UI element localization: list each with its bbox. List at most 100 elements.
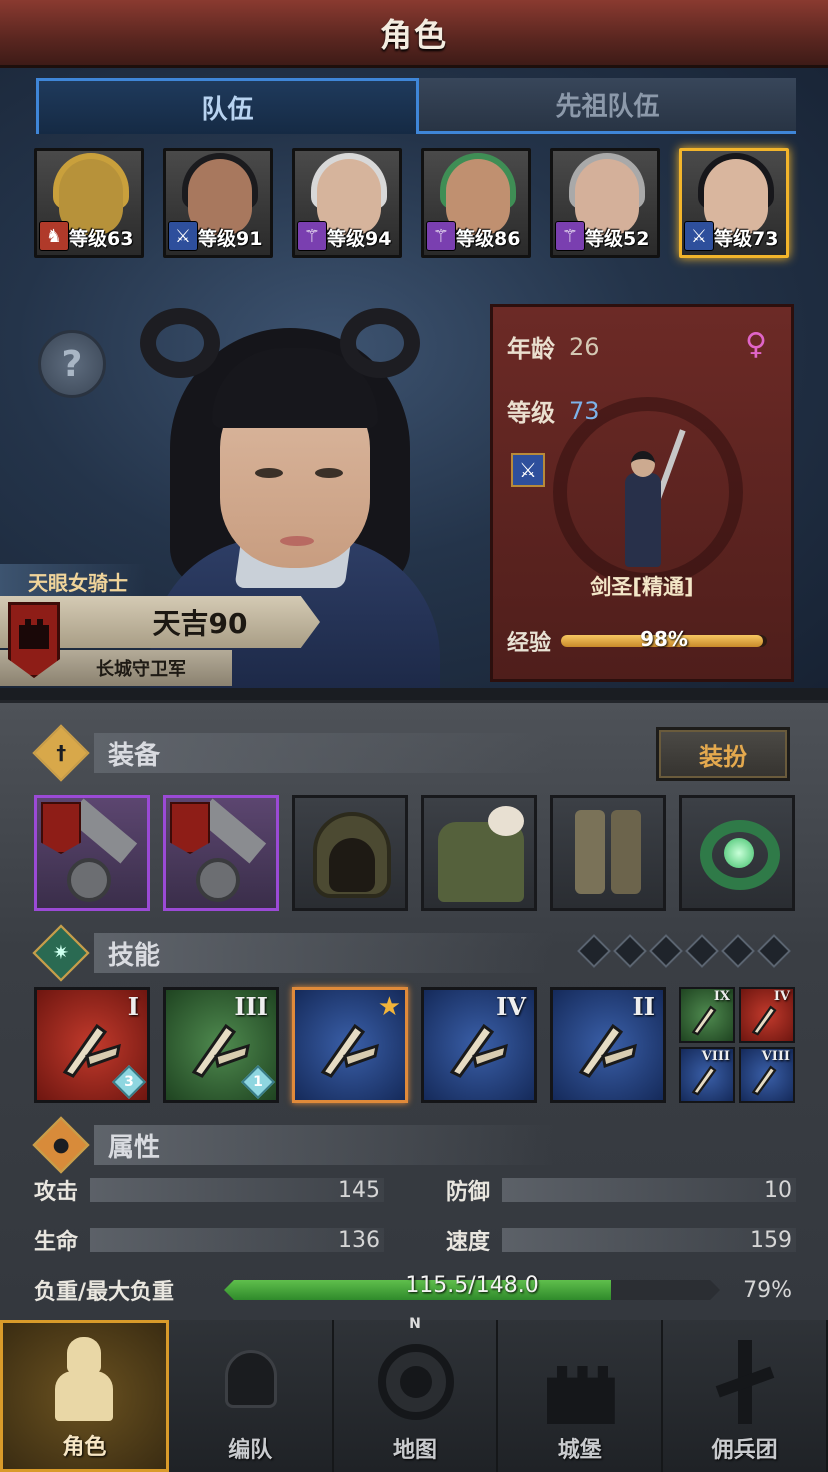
hero-level: 等级94: [327, 228, 392, 250]
speed-stat: 速度 159: [446, 1223, 796, 1257]
compass-north-label: N: [409, 1316, 421, 1332]
load-label: 负重/最大负重: [34, 1280, 175, 1305]
character-name: 天吉90: [152, 607, 248, 640]
skill-slot[interactable]: III 1: [163, 987, 279, 1103]
hero-level: 等级52: [585, 228, 650, 250]
nav-castle[interactable]: 城堡: [498, 1320, 664, 1472]
character-info-scroll: 年龄 26 ♀ 等级 73 ⚔ 剑圣[精通] 经验 98%: [490, 304, 794, 682]
exp-percent: 98%: [640, 627, 688, 651]
fur-tunic-slot[interactable]: [421, 795, 537, 911]
passive-skill-slot[interactable]: IX: [679, 987, 735, 1043]
passive-skill-slot[interactable]: IV: [739, 987, 795, 1043]
sword-icon: ⚔: [168, 221, 198, 251]
nav-label: 角色: [62, 1435, 107, 1460]
passive-skill-slot[interactable]: VIII: [679, 1047, 735, 1103]
nav-mercenary-banner[interactable]: 佣兵团: [663, 1320, 828, 1472]
equipment-header: † 装备: [32, 724, 554, 782]
bottom-navigation: 角色 编队 N 地图 城堡 佣兵团: [0, 1316, 828, 1472]
exp-bar: 98%: [561, 627, 768, 651]
skill-slot-dot: [577, 934, 611, 968]
skill-slot[interactable]: II: [550, 987, 666, 1103]
star-icon: ★: [377, 992, 401, 1022]
attributes-header: ● 属性: [32, 1116, 554, 1174]
load-value: 115.5/148.0: [405, 1273, 539, 1298]
details-panel: † 装备 装扮 ✷ 技能 I 3 III 1 ★ IV II IX IV VIII VIII ● 属…: [0, 700, 828, 1320]
hero-card[interactable]: ⚚ 等级94: [292, 148, 402, 258]
hero-card[interactable]: ⚚ 等级86: [421, 148, 531, 258]
compass-map-icon: [372, 1336, 458, 1426]
defense-stat: 防御 10: [446, 1173, 796, 1207]
star-burst-emblem-icon: ✷: [32, 924, 90, 982]
hero-level: 等级73: [714, 228, 779, 250]
tab-bar: 队伍 先祖队伍: [36, 78, 796, 134]
skill-slot-dot: [757, 934, 791, 968]
warrior-helmet-icon: ♞: [39, 221, 69, 251]
hood-slot[interactable]: [292, 795, 408, 911]
nav-knight[interactable]: 角色: [0, 1320, 169, 1472]
level-row: 等级 73: [507, 393, 600, 428]
person-emblem-icon: ●: [32, 1116, 90, 1174]
skill-rank: IV: [773, 989, 790, 1004]
exp-label: 经验: [507, 631, 552, 656]
job-figure: [613, 429, 686, 567]
sword-icon: ⚔: [684, 221, 714, 251]
hp-stat: 生命 136: [34, 1223, 384, 1257]
guild-crest-icon: [41, 802, 81, 854]
skill-rank: III: [234, 992, 268, 1021]
title-bar: 角色: [0, 0, 828, 68]
skill-slot-dot: [613, 934, 647, 968]
staff-icon: ⚚: [297, 221, 327, 251]
help-button[interactable]: ?: [38, 330, 106, 398]
skill-rank: VIII: [761, 1049, 790, 1064]
boots-slot[interactable]: [550, 795, 666, 911]
guild-crest-icon: [170, 802, 210, 854]
skill-rank: II: [632, 992, 655, 1021]
hero-level: 等级86: [456, 228, 521, 250]
hero-card[interactable]: ⚔ 等级73: [679, 148, 789, 258]
job-name: 剑圣[精通]: [590, 575, 694, 599]
experience-row: 经验 98%: [507, 625, 768, 657]
hero-card[interactable]: ⚚ 等级52: [550, 148, 660, 258]
tab-party[interactable]: 队伍: [36, 78, 419, 134]
nav-label: 城堡: [557, 1438, 602, 1463]
nav-compass-map[interactable]: N 地图: [334, 1316, 499, 1472]
skill-rank: VIII: [701, 1049, 730, 1064]
hero-level: 等级63: [69, 228, 134, 250]
nav-helmet[interactable]: 编队: [169, 1320, 334, 1472]
age-row: 年龄 26: [507, 329, 600, 364]
passive-skill-slot[interactable]: VIII: [739, 1047, 795, 1103]
skill-slot[interactable]: ★: [292, 987, 408, 1103]
skill-slot-dot: [721, 934, 755, 968]
page-title: 角色: [379, 15, 448, 54]
hero-level: 等级91: [198, 228, 263, 250]
tab-ancestor-party[interactable]: 先祖队伍: [419, 78, 796, 134]
greatsword-slot-1[interactable]: [34, 795, 150, 911]
skill-slot[interactable]: IV: [421, 987, 537, 1103]
level-value: 73: [569, 396, 600, 425]
speed-label: 速度: [446, 1230, 491, 1255]
equipment-label: 装备: [94, 733, 554, 773]
helmet-icon: [207, 1336, 293, 1426]
load-percent: 79%: [743, 1277, 792, 1303]
hero-card[interactable]: ♞ 等级63: [34, 148, 144, 258]
greatsword-slot-2[interactable]: [163, 795, 279, 911]
speed-value: 159: [750, 1227, 792, 1253]
emerald-ring-slot[interactable]: [679, 795, 795, 911]
character-title: 天眼女骑士: [0, 564, 146, 598]
defense-label: 防御: [446, 1180, 491, 1205]
character-panel: 队伍 先祖队伍 ♞ 等级63 ⚔ 等级91 ⚚ 等级94 ⚚ 等级86 ⚚ 等级…: [0, 68, 828, 688]
party-roster: ♞ 等级63 ⚔ 等级91 ⚚ 等级94 ⚚ 等级86 ⚚ 等级52 ⚔ 等级7…: [34, 148, 794, 258]
hero-card[interactable]: ⚔ 等级91: [163, 148, 273, 258]
staff-icon: ⚚: [555, 221, 585, 251]
skill-rank: IX: [713, 989, 730, 1004]
attack-value: 145: [338, 1177, 380, 1203]
dress-up-button[interactable]: 装扮: [656, 727, 790, 781]
skill-slot[interactable]: I3: [34, 987, 150, 1103]
question-mark-icon: ?: [61, 343, 83, 385]
female-symbol-icon: ♀: [745, 327, 767, 362]
attack-label: 攻击: [34, 1180, 79, 1205]
equipment-slots: [34, 795, 796, 911]
defense-value: 10: [764, 1177, 792, 1203]
staff-icon: ⚚: [426, 221, 456, 251]
hp-label: 生命: [34, 1230, 79, 1255]
